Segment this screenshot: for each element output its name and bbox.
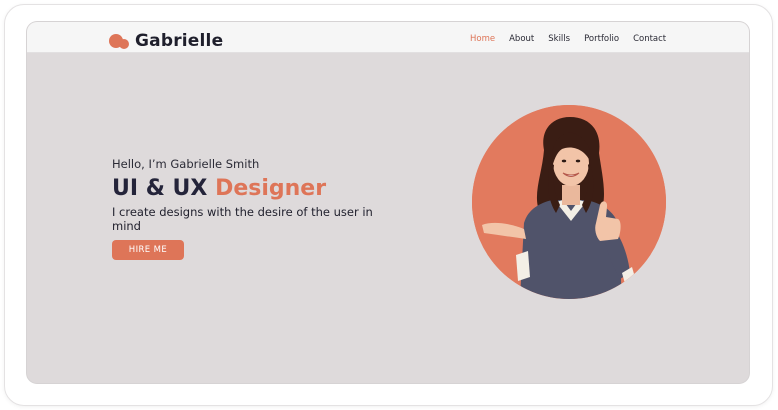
hero-portrait [472, 105, 666, 299]
two-circle-logo-icon [109, 33, 131, 49]
hire-me-button[interactable]: HIRE ME [112, 240, 184, 260]
nav-item-portfolio[interactable]: Portfolio [584, 34, 619, 44]
headline-primary: UI & UX [112, 176, 208, 201]
hero-greeting: Hello, I’m Gabrielle Smith [112, 157, 260, 171]
brand-logo[interactable]: Gabrielle [109, 30, 223, 52]
brand-name: Gabrielle [135, 31, 224, 51]
nav-item-skills[interactable]: Skills [548, 34, 570, 44]
nav-item-home[interactable]: Home [470, 34, 495, 44]
hero-headline: UI & UX Designer [112, 175, 412, 203]
website-screen: Gabrielle Home About Skills Portfolio Co… [27, 22, 749, 383]
headline-accent: Designer [215, 176, 327, 201]
navbar: Gabrielle Home About Skills Portfolio Co… [27, 22, 749, 53]
hero-tagline: I create designs with the desire of the … [112, 205, 373, 233]
nav-links: Home About Skills Portfolio Contact [470, 34, 680, 44]
nav-item-about[interactable]: About [509, 34, 534, 44]
nav-item-contact[interactable]: Contact [633, 34, 666, 44]
hero-text-block: Hello, I’m Gabrielle Smith UI & UX Desig… [112, 157, 412, 260]
woman-thumbs-up-portrait [472, 105, 666, 299]
